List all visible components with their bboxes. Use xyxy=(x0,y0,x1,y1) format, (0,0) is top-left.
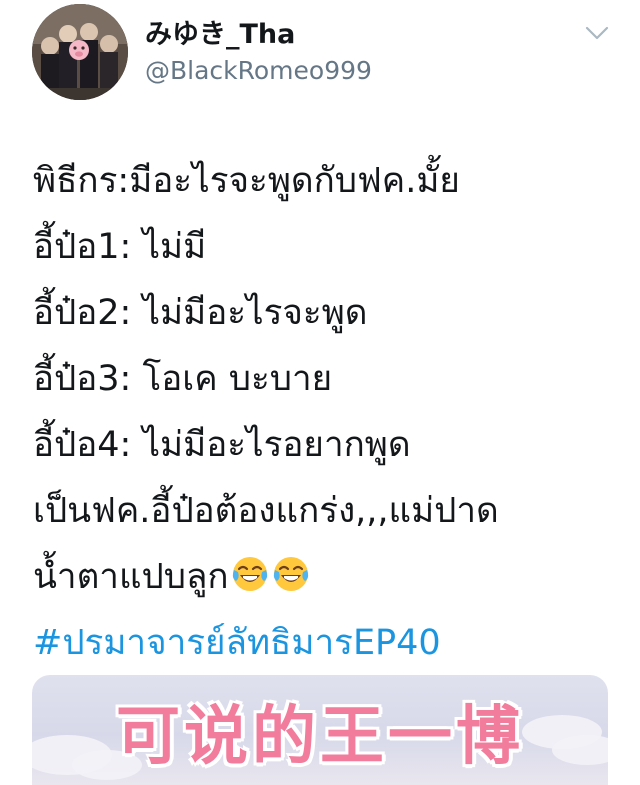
tweet-line-with-emoji: น้ำตาแปบลูก xyxy=(33,544,623,610)
tweet-line: อี้ป๋อ4: ไม่มีอะไรอยากพูด xyxy=(33,425,411,465)
tweet-header: みゆき_Tha @BlackRomeo999 xyxy=(0,0,640,120)
media-caption-text: 可说的王一博 xyxy=(116,700,524,774)
avatar[interactable] xyxy=(32,4,128,100)
tears-of-joy-emoji-icon xyxy=(271,550,311,591)
display-name[interactable]: みゆき_Tha xyxy=(145,12,295,51)
hashtag-link[interactable]: #ปรมาจารย์ลัทธิมารEP40 xyxy=(33,610,623,676)
tweet-line: เป็นฟค.อี้ป๋อต้องแกร่ง,,,แม่ปาด xyxy=(33,491,499,531)
tears-of-joy-emoji-icon xyxy=(230,550,270,591)
tweet-media-image[interactable]: 可说的王一博 xyxy=(32,675,608,785)
chevron-down-icon[interactable] xyxy=(584,24,610,42)
tweet-line-text: น้ำตาแปบลูก xyxy=(33,557,229,597)
avatar-image xyxy=(32,4,128,100)
tweet-line: อี้ป๋อ3: โอเค บะบาย xyxy=(33,359,333,399)
tweet-line: อี้ป๋อ1: ไม่มี xyxy=(33,227,207,267)
tweet-line: พิธีกร:มีอะไรจะพูดกับฟค.มั้ย xyxy=(33,161,460,201)
tweet-text: พิธีกร:มีอะไรจะพูดกับฟค.มั้ย อี้ป๋อ1: ไม… xyxy=(33,148,623,676)
user-handle[interactable]: @BlackRomeo999 xyxy=(145,56,372,85)
tweet-line: อี้ป๋อ2: ไม่มีอะไรจะพูด xyxy=(33,293,368,333)
